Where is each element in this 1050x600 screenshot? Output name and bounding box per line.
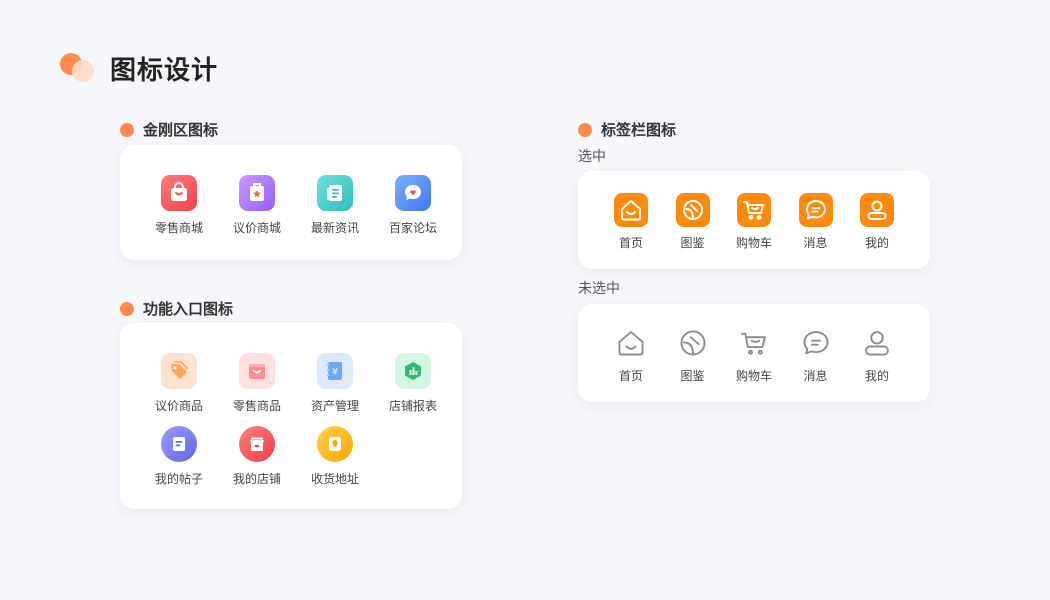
- tab-catalog-unselected[interactable]: 图鉴: [668, 326, 718, 384]
- compass-icon: [676, 326, 710, 360]
- tab-label: 首页: [618, 236, 643, 250]
- tabbar-section-header: 标签栏图标: [578, 119, 676, 140]
- function-item-my-shop[interactable]: 我的店铺: [218, 426, 296, 487]
- function-item-shipping-address[interactable]: 收货地址: [296, 426, 374, 487]
- home-icon: [614, 193, 648, 227]
- function-item-label: 议价商品: [154, 399, 203, 413]
- tab-label: 消息: [803, 236, 828, 250]
- tab-cart-selected[interactable]: 购物车: [729, 193, 779, 251]
- kingkong-section-header: 金刚区图标: [120, 119, 218, 140]
- kingkong-section-title: 金刚区图标: [143, 121, 219, 139]
- tab-catalog-selected[interactable]: 图鉴: [668, 193, 718, 251]
- brand-logo-icon: [60, 50, 100, 86]
- function-item-label: 零售商品: [232, 399, 281, 413]
- function-item-label: 我的帖子: [154, 472, 203, 486]
- cart-icon: [737, 193, 771, 227]
- news-icon: [317, 175, 353, 211]
- tab-label: 我的: [864, 369, 889, 383]
- kingkong-item-label: 零售商城: [154, 221, 203, 235]
- tab-profile-unselected[interactable]: 我的: [852, 326, 902, 384]
- function-item-label: 我的店铺: [232, 472, 281, 486]
- function-item-label: 资产管理: [310, 399, 359, 413]
- tab-label: 消息: [803, 369, 828, 383]
- selected-state-label: 选中: [578, 149, 606, 165]
- function-item-retail-goods[interactable]: 零售商品: [218, 353, 296, 414]
- post-icon: [161, 426, 197, 462]
- function-item-label: 收货地址: [310, 472, 359, 486]
- user-icon: [860, 326, 894, 360]
- function-section-title: 功能入口图标: [143, 300, 234, 318]
- page-header: 图标设计: [60, 50, 218, 86]
- tab-profile-selected[interactable]: 我的: [852, 193, 902, 251]
- unselected-state-label: 未选中: [578, 281, 620, 297]
- function-item-shop-report[interactable]: 店铺报表: [374, 353, 452, 414]
- page-title: 图标设计: [110, 55, 219, 86]
- tab-home-unselected[interactable]: 首页: [606, 326, 656, 384]
- kingkong-item-label: 百家论坛: [388, 221, 437, 235]
- tab-label: 我的: [864, 236, 889, 250]
- tab-home-selected[interactable]: 首页: [606, 193, 656, 251]
- kingkong-item-latest-news[interactable]: 最新资讯: [296, 175, 374, 236]
- kingkong-item-bargain-mall[interactable]: 议价商城: [218, 175, 296, 236]
- tab-messages-selected[interactable]: 消息: [791, 193, 841, 251]
- kingkong-card: 零售商城 议价商城 最新资讯 百家论坛: [120, 145, 462, 260]
- function-item-my-posts[interactable]: 我的帖子: [140, 426, 218, 487]
- message-icon: [799, 326, 833, 360]
- home-icon: [614, 326, 648, 360]
- shopping-bag-icon: [239, 353, 275, 389]
- svg-text:¥: ¥: [332, 368, 338, 378]
- kingkong-item-label: 最新资讯: [310, 221, 359, 235]
- compass-icon: [675, 193, 710, 227]
- user-icon: [860, 193, 894, 227]
- tabbar-selected-card: 首页 图鉴 购物车 消息 我的: [578, 171, 930, 269]
- tab-label: 购物车: [735, 236, 772, 250]
- function-item-bargain-goods[interactable]: 议价商品: [140, 353, 218, 414]
- tab-label: 首页: [618, 369, 643, 383]
- shop-icon: [239, 426, 275, 462]
- function-section-header: 功能入口图标: [120, 298, 233, 319]
- kingkong-item-label: 议价商城: [232, 221, 281, 235]
- asset-book-icon: ¥: [317, 353, 353, 389]
- report-icon: [395, 353, 431, 389]
- kingkong-item-forum[interactable]: 百家论坛: [374, 175, 452, 236]
- tab-label: 图鉴: [680, 369, 705, 383]
- section-dot-icon: [120, 301, 134, 316]
- section-dot-icon: [120, 122, 134, 137]
- discount-tag-icon: [239, 175, 275, 211]
- function-item-label: 店铺报表: [388, 399, 437, 413]
- tab-label: 图鉴: [680, 236, 705, 250]
- function-item-asset-management[interactable]: ¥ 资产管理: [296, 353, 374, 414]
- forum-heart-icon: [395, 175, 431, 211]
- message-icon: [798, 193, 833, 227]
- cart-icon: [737, 326, 771, 360]
- price-tag-icon: [161, 353, 197, 389]
- kingkong-item-retail-mall[interactable]: 零售商城: [140, 175, 218, 236]
- shopping-bag-icon: [161, 175, 197, 211]
- tab-cart-unselected[interactable]: 购物车: [729, 326, 779, 384]
- address-pin-icon: [317, 426, 353, 462]
- function-entry-card: 议价商品 零售商品 ¥ 资产管理 店铺报表 我的帖子 我的店铺 收货地址: [120, 323, 462, 509]
- tab-messages-unselected[interactable]: 消息: [791, 326, 841, 384]
- tabbar-section-title: 标签栏图标: [601, 121, 677, 139]
- tabbar-unselected-card: 首页 图鉴 购物车 消息 我的: [578, 304, 930, 402]
- section-dot-icon: [578, 122, 592, 137]
- tab-label: 购物车: [735, 369, 772, 383]
